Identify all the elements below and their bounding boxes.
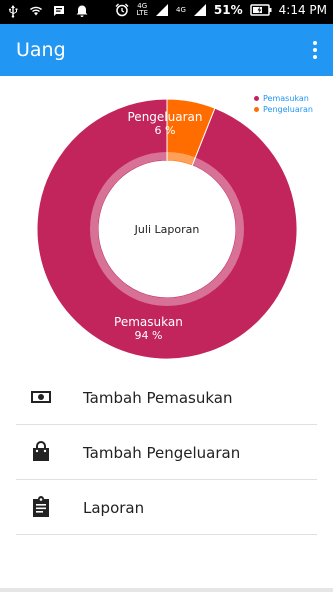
battery-percent: 51%	[213, 3, 243, 17]
legend-swatch	[254, 107, 259, 112]
clipboard-icon	[33, 496, 49, 517]
legend-item[interactable]: Pengeluaran	[254, 104, 313, 115]
money-icon	[31, 391, 51, 403]
legend-item[interactable]: Pemasukan	[254, 93, 313, 104]
report-item[interactable]: Laporan	[0, 480, 333, 535]
add-expense-item[interactable]: Tambah Pengeluaran	[0, 425, 333, 480]
chart-center-text: Juli Laporan	[134, 223, 200, 236]
legend-label: Pengeluaran	[263, 105, 313, 114]
donut-chart[interactable]: Juli Laporan Pemasukan 94 % Pengeluaran 6 % …	[16, 87, 317, 368]
slice-label-value: 6 %	[155, 124, 176, 137]
legend-swatch	[254, 96, 259, 101]
legend-label: Pemasukan	[263, 94, 309, 103]
slice-label-name: Pemasukan	[114, 315, 183, 329]
network-2-label: 4G	[176, 5, 186, 14]
app-bar: Uang	[0, 24, 333, 76]
divider	[16, 534, 317, 535]
wifi-icon	[30, 6, 42, 16]
dot-icon	[313, 41, 317, 45]
report-label: Laporan	[83, 499, 145, 517]
signal-icon-2	[193, 4, 206, 16]
chart-legend: Pemasukan Pengeluaran	[254, 93, 313, 115]
signal-icon-1	[156, 4, 169, 16]
notification-icons	[6, 4, 89, 18]
add-income-item[interactable]: Tambah Pemasukan	[0, 370, 333, 425]
dot-icon	[313, 55, 317, 59]
network-1-sub: LTE	[136, 9, 149, 17]
battery-icon	[249, 4, 272, 16]
message-icon	[54, 6, 64, 16]
clock: 4:14 PM	[278, 3, 327, 17]
notification-bell-icon	[76, 5, 88, 17]
dot-icon	[313, 48, 317, 52]
status-bar: 4G LTE 4G 51% 4:14 PM	[0, 0, 333, 24]
action-menu: Tambah Pemasukan Tambah Pengeluaran Lapo…	[0, 370, 333, 535]
slice-label-name: Pengeluaran	[128, 110, 203, 124]
donut-chart-svg: Juli Laporan Pemasukan94 % Pengeluaran6 %	[36, 98, 298, 360]
usb-icon	[9, 5, 18, 18]
network-indicator-1: 4G LTE	[136, 3, 148, 17]
add-income-label: Tambah Pemasukan	[83, 389, 233, 407]
shopping-bag-icon	[33, 441, 49, 461]
overflow-menu-button[interactable]	[307, 37, 323, 63]
bottom-edge	[0, 588, 333, 592]
app-title: Uang	[16, 39, 66, 61]
system-icons: 4G LTE 4G 51% 4:14 PM	[115, 3, 327, 17]
alarm-icon	[115, 3, 129, 17]
slice-label-value: 94 %	[134, 329, 162, 342]
add-expense-label: Tambah Pengeluaran	[83, 444, 241, 462]
